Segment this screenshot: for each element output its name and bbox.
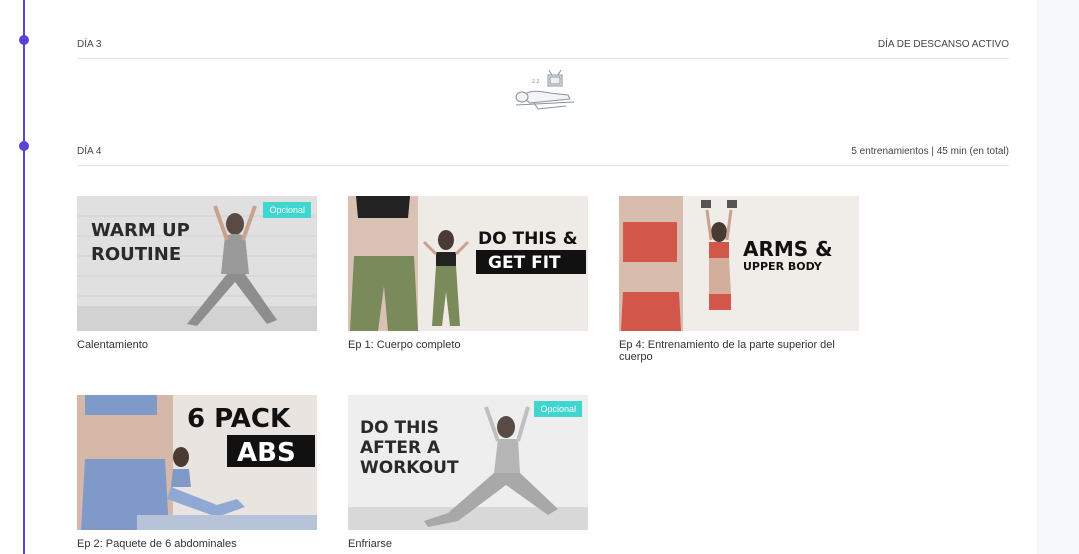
workout-card-upper-body[interactable]: ARMS & UPPER BODY Ep 4: Entrenamiento de… [619, 196, 859, 363]
svg-text:WARM UP: WARM UP [91, 220, 190, 241]
workout-title[interactable]: Ep 1: Cuerpo completo [348, 339, 588, 351]
workout-title[interactable]: Enfriarse [348, 538, 588, 550]
timeline-line [23, 0, 25, 554]
workout-thumbnail[interactable]: ARMS & UPPER BODY [619, 196, 859, 331]
right-side-panel [1037, 0, 1079, 554]
svg-text:AFTER A: AFTER A [360, 438, 441, 458]
svg-text:6 PACK: 6 PACK [187, 404, 291, 434]
timeline-dot-day3 [19, 35, 29, 45]
workout-thumbnail[interactable]: 6 PACK ABS [77, 395, 317, 530]
svg-text:DO THIS &: DO THIS & [478, 229, 578, 249]
workout-card-six-pack[interactable]: 6 PACK ABS Ep 2: Paquete de 6 abdominale… [77, 395, 317, 550]
workout-card-warmup[interactable]: WARM UP ROUTINE Opcional Calentamiento [77, 196, 317, 351]
svg-text:UPPER BODY: UPPER BODY [743, 260, 823, 273]
workout-plan-page: DÍA 3 DÍA DE DESCANSO ACTIVO z z DÍA 4 5… [0, 0, 1079, 554]
rest-day-illustration-icon: z z [510, 69, 578, 111]
workout-title[interactable]: Ep 4: Entrenamiento de la parte superior… [619, 339, 859, 363]
svg-text:GET FIT: GET FIT [488, 253, 561, 273]
day-3-info: DÍA DE DESCANSO ACTIVO [877, 39, 1009, 50]
workout-title[interactable]: Calentamiento [77, 339, 317, 351]
svg-text:z z: z z [532, 79, 540, 85]
workout-card-cooldown[interactable]: DO THIS AFTER A WORKOUT Opcional Enfriar… [348, 395, 588, 550]
svg-text:ABS: ABS [237, 438, 296, 468]
optional-badge: Opcional [263, 202, 311, 218]
day-4-header: DÍA 4 5 entrenamientos | 45 min (en tota… [77, 138, 1009, 166]
svg-text:WORKOUT: WORKOUT [360, 458, 459, 478]
day-3-header: DÍA 3 DÍA DE DESCANSO ACTIVO [77, 31, 1009, 59]
optional-badge: Opcional [534, 401, 582, 417]
day-4-info: 5 entrenamientos | 45 min (en total) [851, 146, 1009, 157]
svg-text:DO THIS: DO THIS [360, 418, 439, 438]
day-4-label: DÍA 4 [77, 146, 102, 157]
workout-thumbnail[interactable]: DO THIS AFTER A WORKOUT Opcional [348, 395, 588, 530]
workout-thumbnail[interactable]: DO THIS & GET FIT [348, 196, 588, 331]
day-3-label: DÍA 3 [77, 39, 102, 50]
workout-thumbnail[interactable]: WARM UP ROUTINE Opcional [77, 196, 317, 331]
svg-text:ARMS &: ARMS & [743, 237, 833, 261]
workout-title[interactable]: Ep 2: Paquete de 6 abdominales [77, 538, 317, 550]
svg-text:ROUTINE: ROUTINE [91, 244, 181, 265]
workout-card-full-body[interactable]: DO THIS & GET FIT Ep 1: Cuerpo completo [348, 196, 588, 351]
timeline-dot-day4 [19, 141, 29, 151]
